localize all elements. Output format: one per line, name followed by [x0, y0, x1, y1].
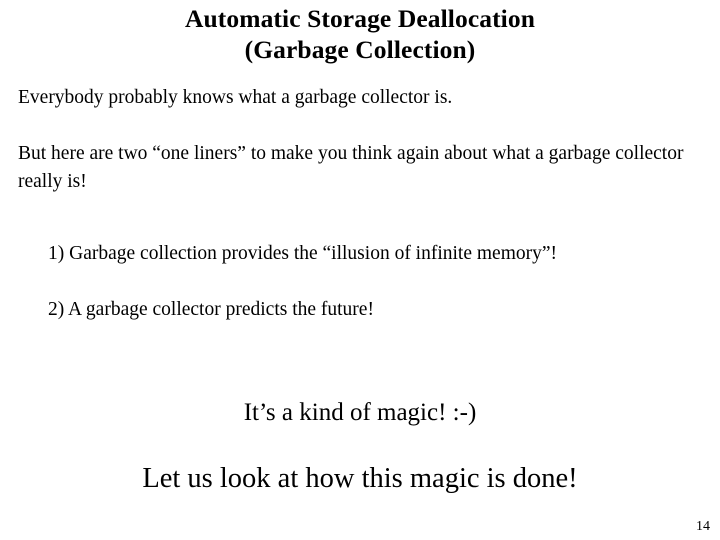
slide-body: Everybody probably knows what a garbage … [18, 84, 702, 196]
body-paragraph-1: Everybody probably knows what a garbage … [18, 87, 453, 108]
body-paragraph-2: But here are two “one liners” to make yo… [18, 143, 684, 192]
slide-number: 14 [696, 519, 710, 534]
presentation-slide: Automatic Storage Deallocation (Garbage … [0, 0, 720, 540]
list-item: 1) Garbage collection provides the “illu… [48, 243, 558, 264]
slide-title-line-1: Automatic Storage Deallocation [184, 4, 535, 33]
list-item: 2) A garbage collector predicts the futu… [48, 299, 374, 320]
slide-title-line-2: (Garbage Collection) [244, 35, 476, 64]
closing-line-2: Let us look at how this magic is done! [142, 463, 578, 494]
slide-title: Automatic Storage Deallocation (Garbage … [0, 3, 720, 65]
numbered-list: 1) Garbage collection provides the “illu… [48, 240, 708, 324]
closing-line-1: It’s a kind of magic! :-) [243, 399, 477, 426]
